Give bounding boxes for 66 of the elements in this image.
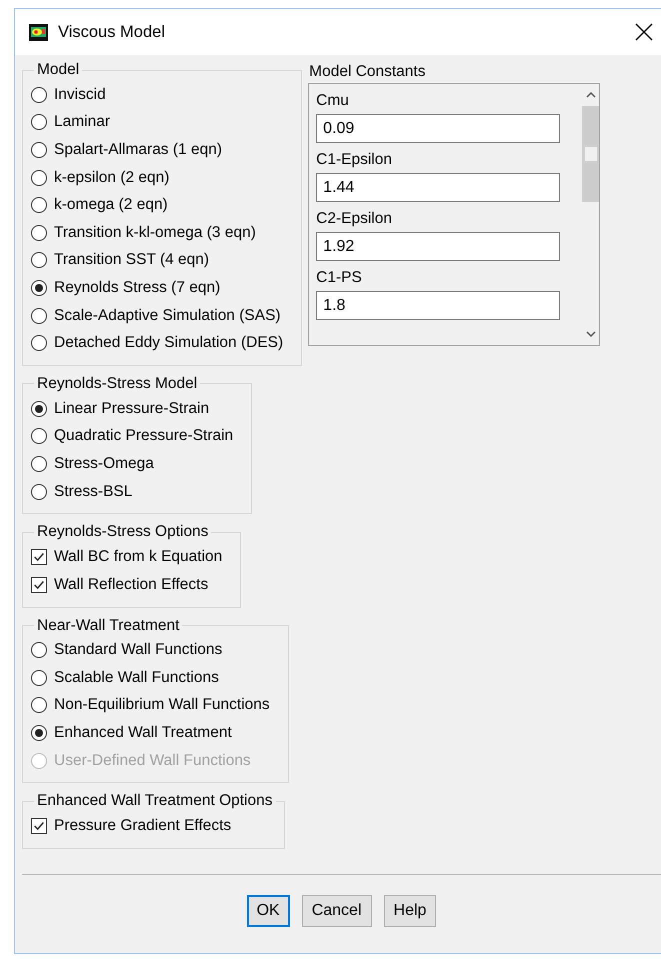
radio-button[interactable] <box>31 280 47 296</box>
radio-button[interactable] <box>31 224 47 241</box>
radio-label: Standard Wall Functions <box>54 641 222 660</box>
group-title: Near-Wall Treatment <box>36 616 180 634</box>
input-field[interactable]: 1.8 <box>316 291 560 320</box>
radio-button[interactable] <box>31 86 47 103</box>
scroll-up-icon[interactable] <box>586 91 596 99</box>
radio-label: Enhanced Wall Treatment <box>54 724 232 742</box>
input-field[interactable]: 1.44 <box>316 173 560 202</box>
input-field[interactable]: 0.09 <box>316 114 560 143</box>
radio-button[interactable] <box>31 484 47 500</box>
radio-label: User-Defined Wall Functions <box>54 752 251 770</box>
checkbox[interactable] <box>31 549 47 566</box>
radio-button[interactable] <box>31 400 47 417</box>
window-title: Viscous Model <box>58 22 166 42</box>
group-title: Model Constants <box>308 63 426 82</box>
group-title: Model <box>36 61 80 79</box>
radio-button[interactable] <box>31 170 47 186</box>
field-label: C1-PS <box>316 268 363 288</box>
field-label: C1-Epsilon <box>316 150 393 170</box>
checkbox[interactable] <box>31 576 47 593</box>
app-icon <box>29 24 48 40</box>
radio-label: k-omega (2 eqn) <box>54 196 168 214</box>
radio-button[interactable] <box>31 428 47 444</box>
scroll-down-icon[interactable] <box>586 330 596 338</box>
dialog-button[interactable]: Help <box>384 895 436 927</box>
field-label: Cmu <box>316 91 350 111</box>
radio-button[interactable] <box>31 456 47 472</box>
radio-button[interactable] <box>31 252 47 268</box>
radio-button[interactable] <box>31 308 47 324</box>
group-title: Reynolds-Stress Model <box>36 374 198 393</box>
dialog-button[interactable]: Cancel <box>302 895 372 927</box>
radio-label: Stress-BSL <box>54 482 132 501</box>
group-title: Reynolds-Stress Options <box>36 523 210 542</box>
radio-label: Transition k-kl-omega (3 eqn) <box>54 224 256 242</box>
dialog-button[interactable]: OK <box>246 895 290 927</box>
radio-button[interactable] <box>31 142 47 158</box>
radio-label: Spalart-Allmaras (1 eqn) <box>54 140 222 159</box>
input-field[interactable]: 1.92 <box>316 232 560 261</box>
radio-button[interactable] <box>31 642 47 658</box>
radio-button[interactable] <box>31 670 47 686</box>
radio-label: Inviscid <box>54 86 106 104</box>
radio-label: Scalable Wall Functions <box>54 668 219 687</box>
radio-button[interactable] <box>31 197 47 214</box>
radio-label: Reynolds Stress (7 eqn) <box>54 278 220 297</box>
radio-label: Stress-Omega <box>54 454 154 473</box>
radio-button[interactable] <box>31 697 47 714</box>
radio-button[interactable] <box>31 725 47 742</box>
radio-label: Linear Pressure-Strain <box>54 400 210 418</box>
checkbox-label: Pressure Gradient Effects <box>54 817 232 836</box>
checkbox-label: Wall Reflection Effects <box>54 576 208 594</box>
radio-label: Non-Equilibrium Wall Functions <box>54 696 270 714</box>
checkbox-label: Wall BC from k Equation <box>54 548 222 566</box>
scroll-thumb[interactable] <box>582 106 600 202</box>
radio-label: Transition SST (4 eqn) <box>54 251 210 270</box>
radio-button[interactable] <box>31 114 47 130</box>
close-icon[interactable] <box>635 23 653 41</box>
radio-label: Laminar <box>54 113 110 132</box>
field-label: C2-Epsilon <box>316 209 393 229</box>
radio-label: k-epsilon (2 eqn) <box>54 168 170 187</box>
group-title: Enhanced Wall Treatment Options <box>36 792 274 810</box>
radio-label: Detached Eddy Simulation (DES) <box>54 334 284 352</box>
checkbox[interactable] <box>31 818 47 834</box>
radio-button[interactable] <box>31 335 47 352</box>
radio-label: Quadratic Pressure-Strain <box>54 427 234 446</box>
radio-label: Scale-Adaptive Simulation (SAS) <box>54 306 281 325</box>
